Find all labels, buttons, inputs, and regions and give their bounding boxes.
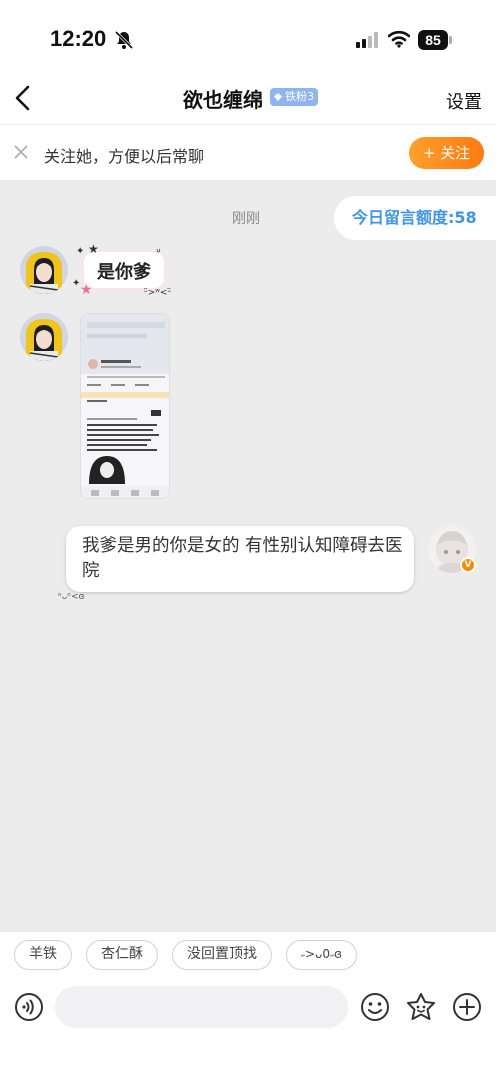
image-message[interactable]	[80, 313, 170, 499]
bubble-emoticon: ᵒᴗᵒ<ɞ	[58, 592, 85, 602]
contact-avatar[interactable]	[20, 246, 68, 294]
voice-icon[interactable]	[14, 992, 44, 1022]
back-arrow-icon[interactable]	[12, 84, 34, 112]
follow-button[interactable]: + 关注	[409, 137, 484, 169]
fan-level-badge: 铁粉3	[270, 88, 318, 106]
wing-icon: ᐡ	[156, 246, 161, 260]
message-quota-pill: 今日留言额度:58	[334, 196, 496, 240]
verified-badge: V	[460, 557, 476, 573]
battery-icon: 85	[418, 30, 452, 50]
message-input[interactable]	[55, 986, 348, 1028]
message-timestamp: 刚刚	[232, 211, 260, 227]
sticker-text: 是你爹	[97, 262, 151, 283]
diamond-icon	[274, 93, 282, 101]
pink-star-icon: ★	[80, 282, 93, 298]
status-bar: 12:20 85	[0, 0, 496, 72]
input-bar	[0, 982, 496, 1038]
close-icon[interactable]	[14, 145, 28, 159]
nav-bar: 欲也缠绵 铁粉3 设置	[0, 72, 496, 124]
chat-title: 欲也缠绵	[183, 88, 263, 112]
sticker-emoticon: ᵕ̈>ʷ<ᵕ̈	[144, 288, 172, 298]
screenshot-thumbnail	[81, 314, 169, 498]
quick-reply-chip[interactable]: 没回置顶找	[172, 940, 272, 970]
sticker-message[interactable]: 是你爹 ✦ ★ ᐡ ★ ✦ ᵕ̈>ʷ<ᵕ̈	[72, 242, 178, 302]
outgoing-message-bubble[interactable]: 我爹是男的你是女的 有性别认知障碍去医院	[66, 526, 414, 592]
quick-reply-row: 羊铁 杏仁酥 没回置顶找 ˶>ᴗ0˶ɞ	[14, 940, 357, 970]
settings-button[interactable]: 设置	[446, 88, 482, 114]
plus-icon[interactable]	[452, 992, 482, 1022]
sticker-icon[interactable]	[405, 991, 437, 1023]
outgoing-message-text: 我爹是男的你是女的 有性别认知障碍去医院	[82, 536, 403, 581]
wifi-icon	[388, 30, 410, 48]
quick-reply-chip[interactable]: ˶>ᴗ0˶ɞ	[286, 940, 357, 970]
bell-off-icon	[114, 30, 134, 50]
cellular-signal-icon	[356, 32, 378, 48]
follow-prompt-bar: 关注她，方便以后常聊 + 关注	[0, 124, 496, 180]
quick-reply-chip[interactable]: 羊铁	[14, 940, 72, 970]
quick-reply-chip[interactable]: 杏仁酥	[86, 940, 158, 970]
battery-level: 85	[418, 30, 448, 50]
bottom-panel: 羊铁 杏仁酥 没回置顶找 ˶>ᴗ0˶ɞ	[0, 932, 496, 1080]
status-time: 12:20	[50, 26, 107, 51]
fan-level-label: 铁粉3	[285, 90, 314, 103]
star-icon: ★	[88, 242, 99, 256]
emoji-icon[interactable]	[360, 992, 390, 1022]
contact-avatar[interactable]	[20, 313, 68, 361]
sparkle-icon: ✦	[76, 246, 85, 257]
follow-prompt-text: 关注她，方便以后常聊	[44, 147, 205, 166]
sparkle-icon: ✦	[72, 278, 81, 289]
